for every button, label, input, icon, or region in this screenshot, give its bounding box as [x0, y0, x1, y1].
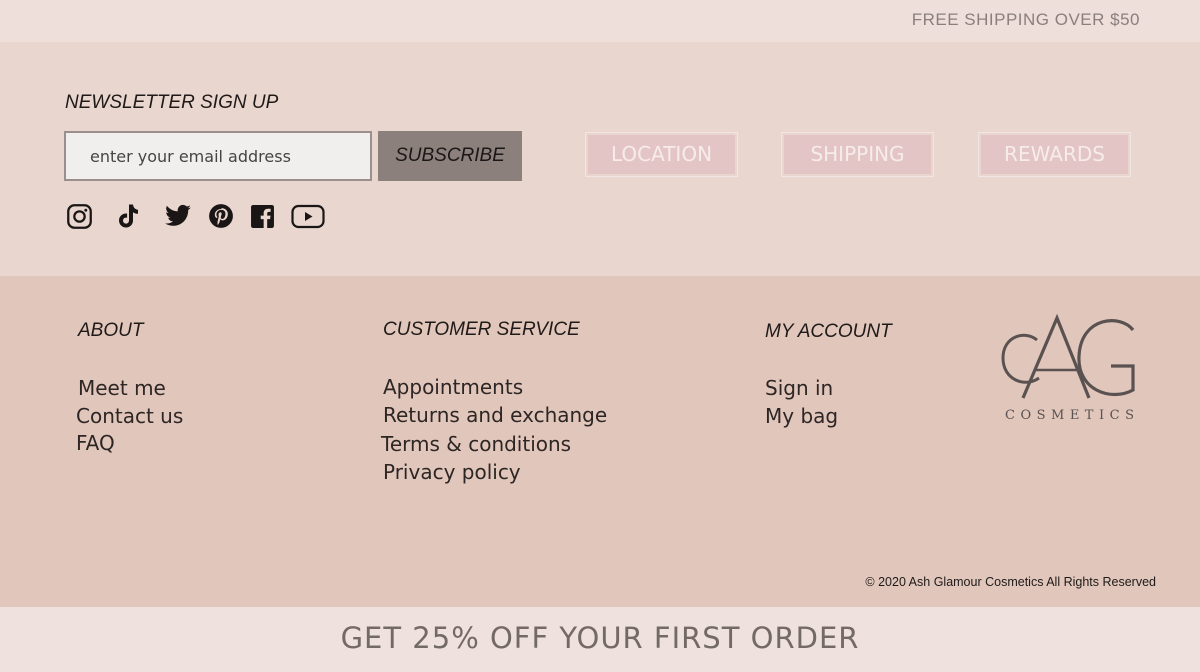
brand-subtitle: COSMETICS	[1005, 408, 1140, 423]
newsletter-title: NEWSLETTER SIGN UP	[65, 92, 279, 113]
about-heading: ABOUT	[78, 320, 144, 341]
free-shipping-text: FREE SHIPPING OVER $50	[911, 10, 1140, 29]
brand-logo[interactable]: COSMETICS	[995, 310, 1165, 430]
promo-text: GET 25% OFF YOUR FIRST ORDER	[340, 621, 860, 655]
footer-link-contact-us[interactable]: Contact us	[76, 404, 183, 428]
footer-link-terms[interactable]: Terms & conditions	[381, 432, 571, 456]
promo-banner[interactable]: GET 25% OFF YOUR FIRST ORDER	[0, 607, 1200, 672]
top-announcement-bar: FREE SHIPPING OVER $50	[0, 0, 1200, 42]
tiktok-icon[interactable]	[116, 202, 140, 230]
footer-link-privacy[interactable]: Privacy policy	[383, 460, 521, 484]
facebook-icon[interactable]	[250, 202, 275, 230]
footer-link-my-bag[interactable]: My bag	[765, 404, 838, 428]
brand-monogram-icon	[1001, 313, 1135, 399]
location-button[interactable]: LOCATION	[585, 132, 738, 177]
rewards-button[interactable]: REWARDS	[978, 132, 1131, 177]
footer-link-returns[interactable]: Returns and exchange	[383, 403, 607, 427]
footer-link-appointments[interactable]: Appointments	[383, 375, 523, 399]
customer-service-heading: CUSTOMER SERVICE	[383, 319, 580, 340]
footer-link-sign-in[interactable]: Sign in	[765, 376, 833, 400]
my-account-heading: MY ACCOUNT	[765, 321, 892, 342]
instagram-icon[interactable]	[66, 202, 93, 230]
copyright-text: © 2020 Ash Glamour Cosmetics All Rights …	[865, 575, 1156, 589]
subscribe-button[interactable]: SUBSCRIBE	[378, 131, 522, 181]
shipping-button[interactable]: SHIPPING	[781, 132, 934, 177]
pinterest-icon[interactable]	[208, 202, 234, 230]
twitter-icon[interactable]	[165, 202, 192, 230]
footer-link-faq[interactable]: FAQ	[76, 431, 115, 455]
email-field-wrapper	[64, 131, 372, 181]
youtube-icon[interactable]	[291, 202, 325, 230]
email-input[interactable]	[66, 133, 370, 179]
footer-link-meet-me[interactable]: Meet me	[78, 376, 166, 400]
